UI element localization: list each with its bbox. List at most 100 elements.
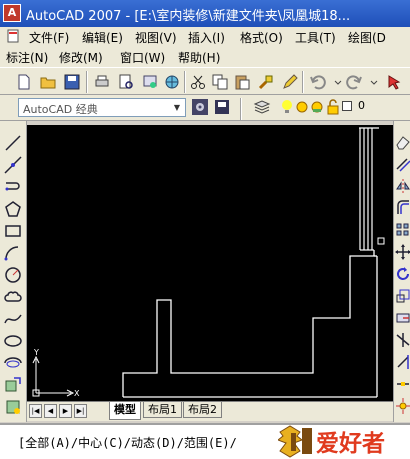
print-icon (95, 75, 109, 87)
save-icon (64, 74, 80, 90)
toolbar-separator (86, 71, 88, 93)
publish-button[interactable] (140, 72, 160, 92)
workspace-dropdown[interactable]: AutoCAD 经典 ▼ (18, 98, 186, 117)
move-button[interactable] (395, 243, 410, 261)
print-button[interactable] (92, 72, 112, 92)
arc-button[interactable] (3, 243, 23, 263)
layers-icon (253, 100, 271, 114)
eraser-icon (396, 136, 410, 150)
save-workspace-button[interactable] (212, 97, 232, 117)
title-bar: A AutoCAD 2007 - [E:\室内装修\新建文件夹\凤凰城18... (0, 0, 410, 27)
workspace-settings-button[interactable] (190, 97, 210, 117)
menu-dimension[interactable]: 标注(N) (6, 49, 48, 66)
open-folder-icon (40, 77, 56, 89)
tab-layout1[interactable]: 布局1 (143, 402, 182, 418)
line-tool-button[interactable] (3, 133, 23, 153)
copy-object-button[interactable] (395, 155, 410, 173)
insert-block-icon (5, 377, 21, 392)
window-title: AutoCAD 2007 - [E:\室内装修\新建文件夹\凤凰城18... (26, 9, 351, 24)
cut-button[interactable] (188, 72, 208, 92)
tab-layout2[interactable]: 布局2 (183, 402, 222, 418)
gear-icon (192, 99, 208, 115)
layer-dropdown[interactable]: 0 (280, 98, 390, 117)
copy-object-icon (396, 158, 410, 172)
polyline-icon (5, 182, 20, 191)
toolbar-separator (302, 71, 304, 93)
pentagon-icon (5, 201, 21, 217)
autocad-app-icon[interactable]: A (3, 4, 21, 22)
circle-button[interactable] (3, 265, 23, 285)
unlock-icon (327, 99, 339, 115)
scale-button[interactable] (395, 287, 410, 305)
stretch-button[interactable] (395, 309, 410, 327)
undo-icon (310, 75, 326, 90)
make-block-button[interactable] (3, 397, 23, 417)
layer-name: 0 (358, 99, 365, 112)
ellipse-arc-button[interactable] (3, 353, 23, 373)
polyline-button[interactable] (3, 177, 23, 197)
copy-button[interactable] (210, 72, 230, 92)
mirror-button[interactable] (395, 177, 410, 195)
menu-help[interactable]: 帮助(H) (178, 49, 220, 66)
drawing-area[interactable]: Y X (27, 125, 393, 401)
ellipse-button[interactable] (3, 331, 23, 351)
revision-cloud-button[interactable] (3, 287, 23, 307)
workspace-save-icon (215, 100, 229, 114)
menu-modify[interactable]: 修改(M) (59, 49, 103, 66)
grip-marker[interactable] (377, 237, 385, 245)
extend-button[interactable] (395, 353, 410, 371)
publish-web-button[interactable] (162, 72, 182, 92)
redo-dropdown[interactable] (364, 72, 384, 92)
circle-icon (5, 267, 21, 283)
prev-tab-button[interactable]: ◀ (44, 404, 57, 418)
rectangle-button[interactable] (3, 221, 23, 241)
menu-format[interactable]: 格式(O) (240, 29, 283, 46)
menu-draw[interactable]: 绘图(D (348, 29, 386, 46)
layer-manager-button[interactable] (252, 97, 272, 117)
insert-block-button[interactable] (3, 375, 23, 395)
offset-icon (397, 200, 409, 214)
offset-button[interactable] (395, 199, 410, 217)
first-tab-button[interactable]: |◀ (29, 404, 42, 418)
polygon-button[interactable] (3, 199, 23, 219)
last-tab-button[interactable]: ▶| (74, 404, 87, 418)
construction-line-button[interactable] (3, 155, 23, 175)
scale-icon (396, 289, 410, 303)
menu-tools[interactable]: 工具(T) (295, 29, 336, 46)
break-button[interactable] (395, 375, 410, 393)
explode-button[interactable] (395, 397, 410, 415)
redo-button[interactable] (344, 72, 364, 92)
wall-outline (122, 250, 375, 397)
mirror-icon (396, 179, 410, 193)
menu-view[interactable]: 视图(V) (135, 29, 177, 46)
ellipse-arc-icon (4, 357, 22, 368)
menu-doc-icon[interactable] (6, 29, 20, 46)
plot-preview-button[interactable] (116, 72, 136, 92)
save-button[interactable] (62, 72, 82, 92)
block-editor-button[interactable] (280, 72, 300, 92)
spline-button[interactable] (3, 309, 23, 329)
new-file-button[interactable] (14, 72, 34, 92)
chevron-down-icon (370, 80, 378, 85)
erase-button[interactable] (395, 133, 410, 151)
rotate-button[interactable] (395, 265, 410, 283)
pan-realtime-button[interactable] (384, 72, 404, 92)
next-tab-button[interactable]: ▶ (59, 404, 72, 418)
sun-freeze-icon (296, 101, 308, 113)
menu-edit[interactable]: 编辑(E) (82, 29, 123, 46)
array-button[interactable] (395, 221, 410, 239)
paste-button[interactable] (232, 72, 252, 92)
move-icon (395, 244, 410, 260)
copy-icon (212, 74, 228, 90)
match-properties-button[interactable] (256, 72, 276, 92)
undo-button[interactable] (308, 72, 328, 92)
menu-insert[interactable]: 插入(I) (188, 29, 225, 46)
tab-model[interactable]: 模型 (109, 402, 141, 420)
trim-button[interactable] (395, 331, 410, 349)
menu-window[interactable]: 窗口(W) (120, 49, 165, 66)
chevron-down-icon: ▼ (173, 103, 181, 112)
menu-file[interactable]: 文件(F) (29, 29, 69, 46)
drawing-canvas[interactable]: Y X (27, 125, 393, 401)
modify-toolbar (393, 121, 410, 422)
open-file-button[interactable] (38, 72, 58, 92)
